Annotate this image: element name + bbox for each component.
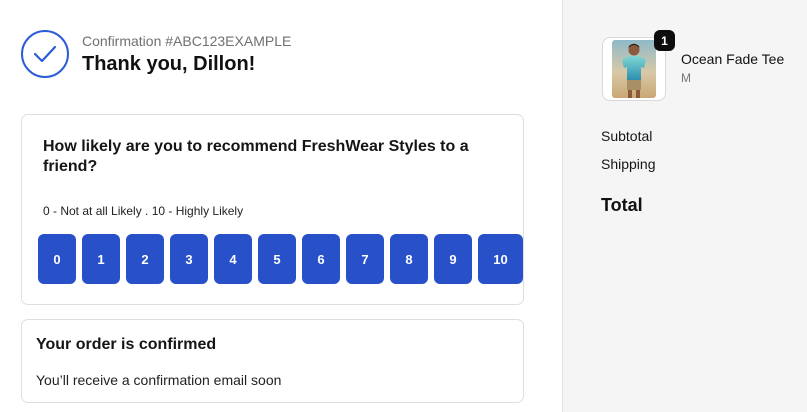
nps-score-button-5[interactable]: 5 (258, 234, 296, 284)
checkmark-circle-icon (21, 30, 69, 78)
nps-score-buttons: 0 1 2 3 4 5 6 7 8 9 10 (38, 234, 523, 284)
nps-score-button-6[interactable]: 6 (302, 234, 340, 284)
nps-survey-card: How likely are you to recommend FreshWea… (21, 114, 524, 305)
nps-score-button-0[interactable]: 0 (38, 234, 76, 284)
page-title: Thank you, Dillon! (82, 52, 256, 75)
main-column: Confirmation #ABC123EXAMPLE Thank you, D… (0, 0, 562, 412)
product-image (612, 40, 656, 98)
survey-scale-legend: 0 - Not at all Likely . 10 - Highly Like… (43, 204, 244, 218)
order-summary-sidebar: 1 Ocean Fade Tee M Subtotal Shipping Tot… (562, 0, 807, 412)
order-status-page: Confirmation #ABC123EXAMPLE Thank you, D… (0, 0, 807, 412)
product-variant: M (681, 71, 691, 85)
nps-score-button-2[interactable]: 2 (126, 234, 164, 284)
order-confirmed-title: Your order is confirmed (36, 336, 217, 353)
order-confirmed-message: You’ll receive a confirmation email soon (36, 372, 282, 388)
header-text: Confirmation #ABC123EXAMPLE Thank you, D… (82, 32, 291, 77)
subtotal-label: Subtotal (601, 128, 653, 144)
nps-score-button-9[interactable]: 9 (434, 234, 472, 284)
confirmation-header: Confirmation #ABC123EXAMPLE Thank you, D… (21, 30, 291, 78)
shipping-label: Shipping (601, 156, 656, 172)
survey-question: How likely are you to recommend FreshWea… (43, 138, 469, 175)
nps-score-button-4[interactable]: 4 (214, 234, 252, 284)
nps-score-button-8[interactable]: 8 (390, 234, 428, 284)
product-name: Ocean Fade Tee (681, 51, 785, 67)
total-label: Total (601, 195, 643, 215)
order-confirmed-card: Your order is confirmed You’ll receive a… (21, 319, 524, 403)
nps-score-button-7[interactable]: 7 (346, 234, 384, 284)
nps-score-button-3[interactable]: 3 (170, 234, 208, 284)
nps-score-button-1[interactable]: 1 (82, 234, 120, 284)
checkmark-icon (33, 45, 57, 63)
confirmation-number: Confirmation #ABC123EXAMPLE (82, 32, 292, 49)
quantity-badge: 1 (654, 30, 675, 51)
nps-score-button-10[interactable]: 10 (478, 234, 523, 284)
product-thumbnail-wrapper: 1 (602, 30, 675, 101)
